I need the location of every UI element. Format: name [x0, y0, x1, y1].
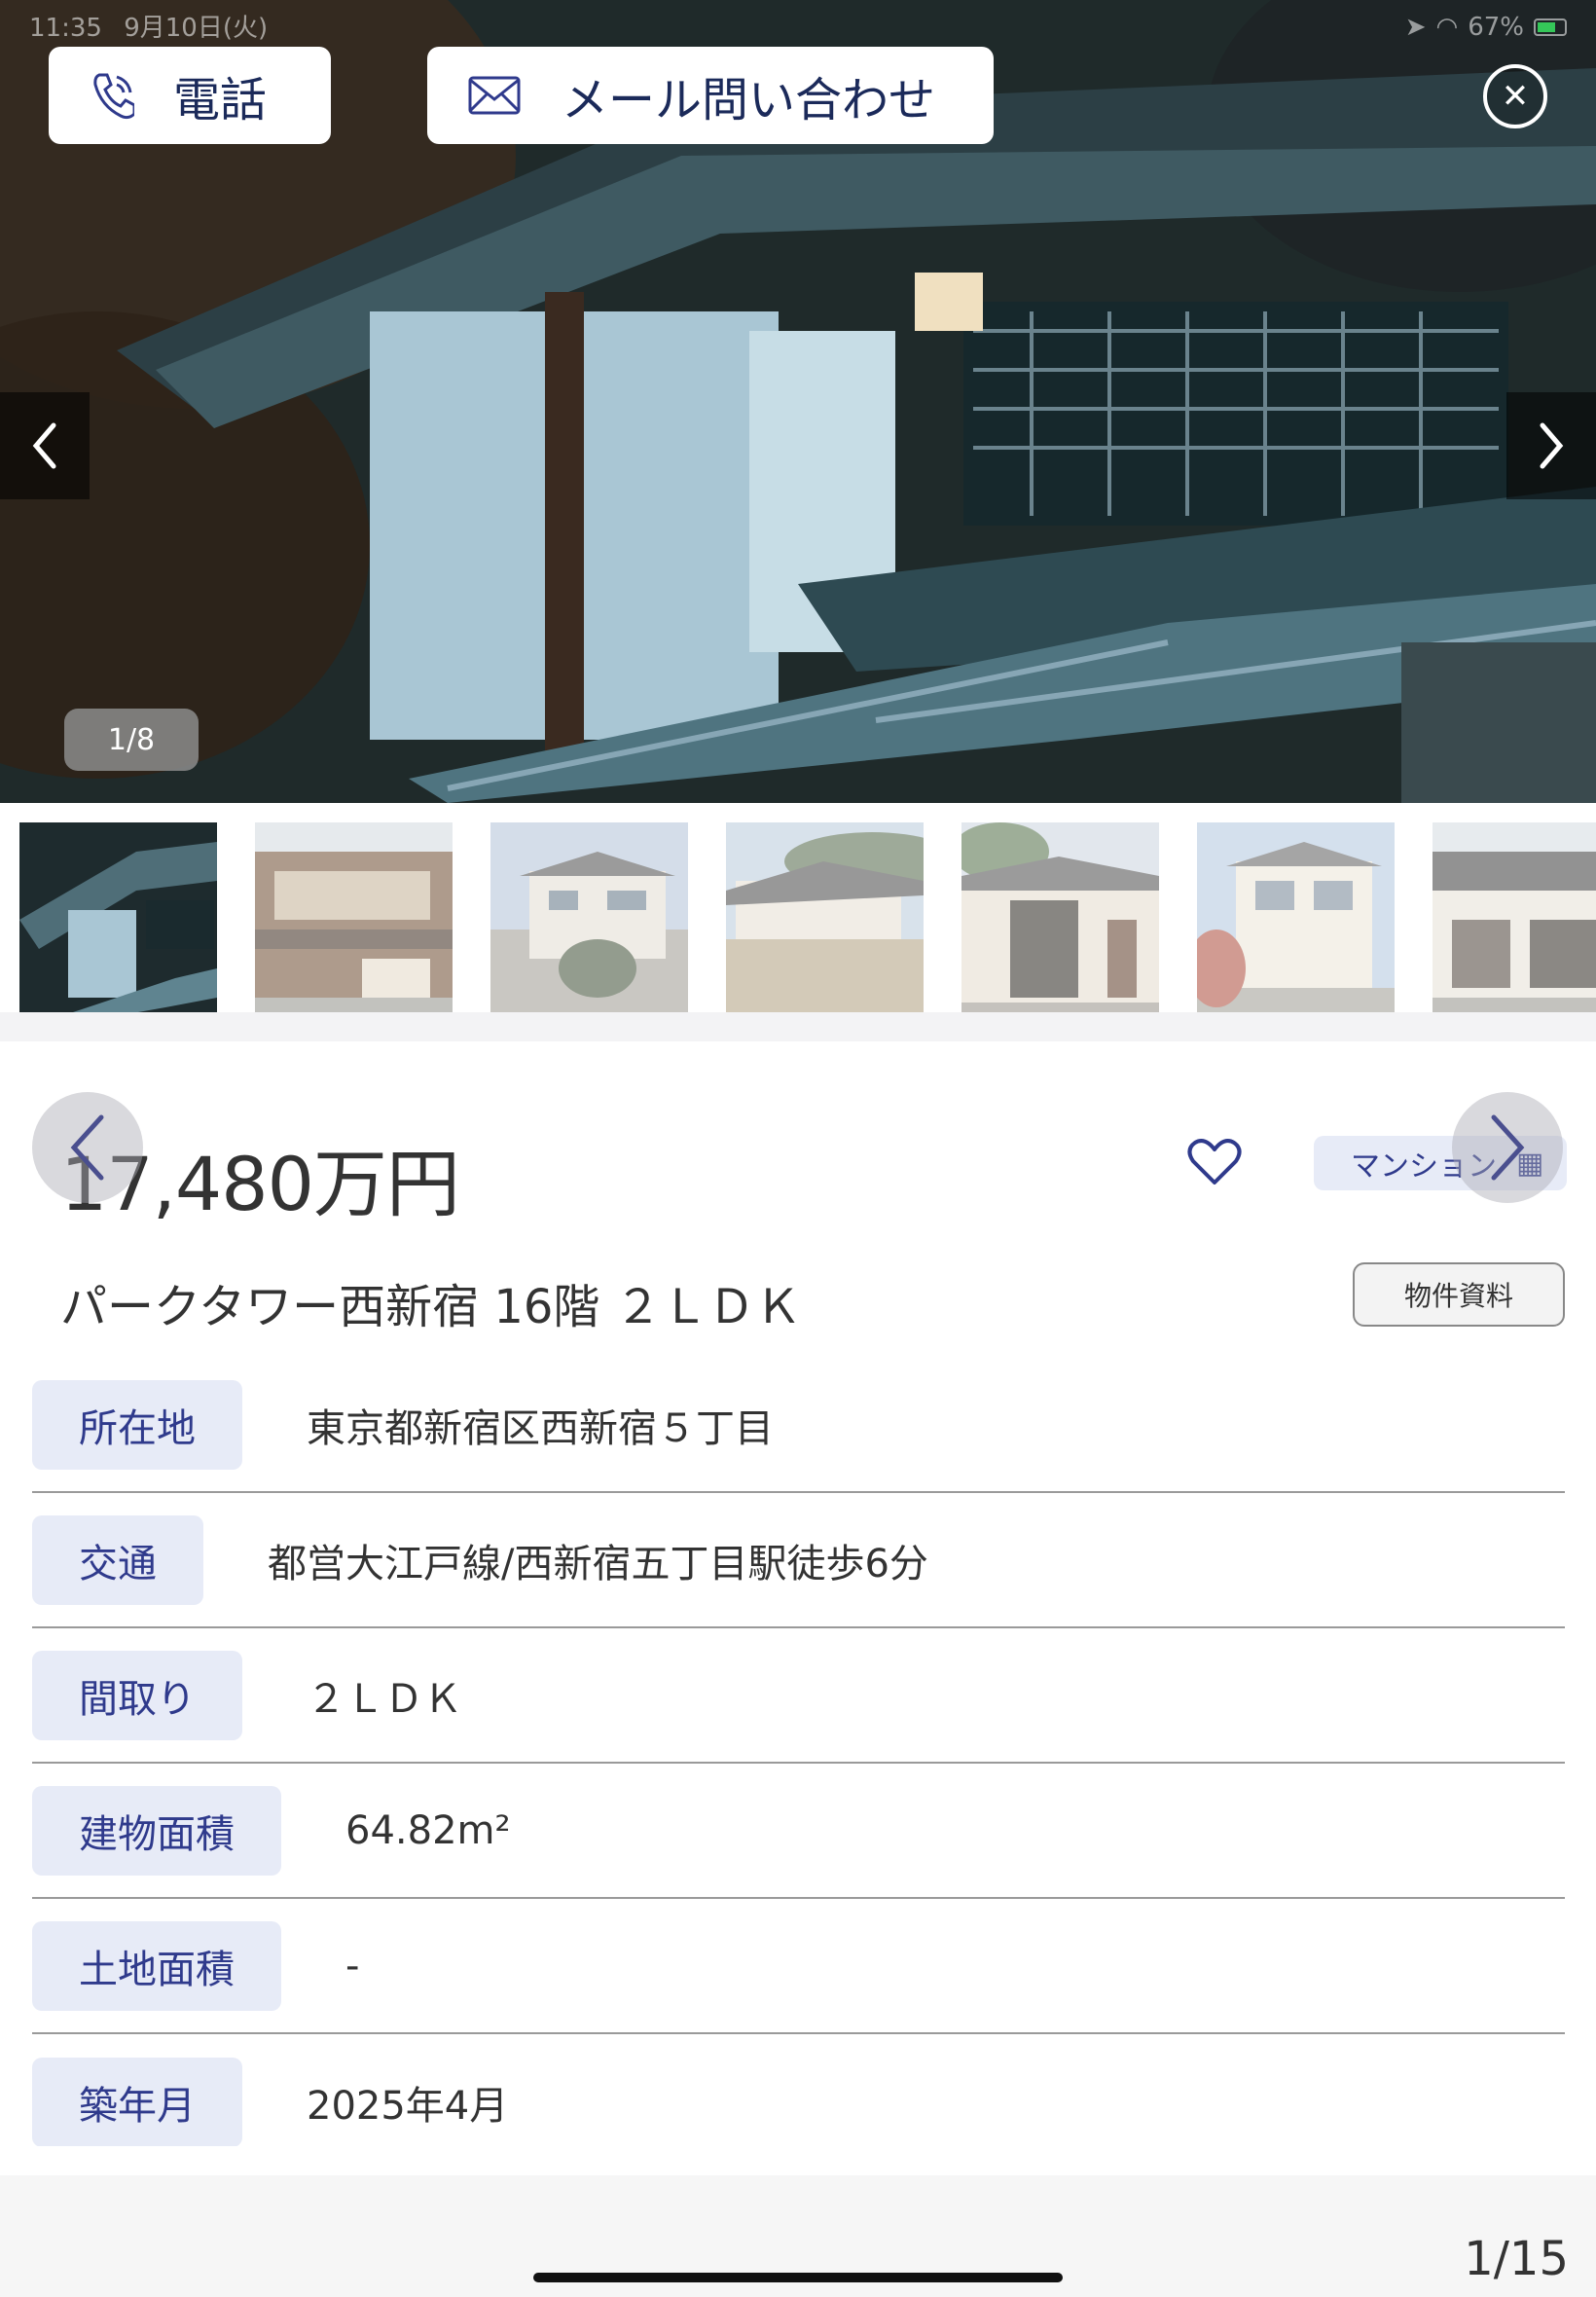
info-label: 所在地 — [32, 1379, 242, 1470]
thumbnail-1[interactable] — [19, 822, 217, 1012]
main-photo-viewer[interactable]: 11:35 9月10日(火) ➤ ◠ 67% 電話 メール問い合わせ ✕ 1/8 — [0, 0, 1596, 803]
next-photo-button[interactable] — [1506, 392, 1596, 499]
thumbnail-2[interactable] — [255, 822, 453, 1012]
thumbnail-6[interactable] — [1197, 822, 1395, 1012]
chevron-right-icon — [1540, 422, 1564, 469]
info-value: 東京都新宿区西新宿５丁目 — [307, 1405, 774, 1451]
close-button[interactable]: ✕ — [1483, 64, 1547, 128]
battery-icon — [1534, 18, 1567, 36]
footer: 1/15 — [0, 2146, 1596, 2297]
info-label: 土地面積 — [32, 1920, 281, 2011]
chevron-right-icon — [1491, 1114, 1525, 1181]
wifi-icon: ◠ — [1435, 13, 1459, 42]
info-value: 64.82m² — [345, 1807, 511, 1853]
info-value: - — [345, 1943, 360, 1988]
favorite-heart-icon[interactable] — [1187, 1138, 1242, 1186]
info-label: 交通 — [32, 1514, 203, 1605]
thumbnail-3[interactable] — [490, 822, 688, 1012]
previous-photo-button[interactable] — [0, 392, 90, 499]
close-icon: ✕ — [1501, 77, 1530, 116]
info-label: 間取り — [32, 1650, 242, 1740]
phone-icon — [93, 73, 134, 120]
mail-icon — [468, 76, 521, 115]
chevron-left-icon — [70, 1114, 104, 1181]
info-value: 都営大江戸線/西新宿五丁目駅徒歩6分 — [268, 1541, 928, 1586]
next-property-button[interactable] — [1452, 1092, 1563, 1203]
location-icon: ➤ — [1404, 13, 1427, 42]
info-row-access: 交通 都営大江戸線/西新宿五丁目駅徒歩6分 — [32, 1493, 1565, 1628]
info-row-layout: 間取り ２ＬＤＫ — [32, 1628, 1565, 1764]
info-label: 築年月 — [32, 2057, 242, 2147]
property-detail-card: 17,480万円 マンション ▦ パークタワー西新宿 16階 ２ＬＤＫ 物件資料… — [0, 1076, 1596, 2147]
info-row-address: 所在地 東京都新宿区西新宿５丁目 — [32, 1358, 1565, 1493]
call-button-label: 電話 — [173, 73, 268, 128]
info-value: ２ＬＤＫ — [307, 1676, 462, 1722]
status-bar: 11:35 9月10日(火) ➤ ◠ 67% — [29, 8, 1567, 47]
mail-inquiry-button[interactable]: メール問い合わせ — [427, 47, 994, 144]
info-row-land-area: 土地面積 - — [32, 1899, 1565, 2034]
battery-percent: 67% — [1468, 13, 1524, 42]
property-documents-button[interactable]: 物件資料 — [1353, 1262, 1565, 1327]
thumbnail-strip[interactable] — [0, 803, 1596, 1041]
info-label: 建物面積 — [32, 1785, 281, 1876]
status-time: 11:35 — [29, 14, 102, 43]
info-row-building-area: 建物面積 64.82m² — [32, 1764, 1565, 1899]
property-title: パークタワー西新宿 16階 ２ＬＤＫ — [60, 1280, 802, 1334]
chevron-left-icon — [32, 422, 56, 469]
photo-counter: 1/8 — [64, 709, 199, 771]
mail-button-label: メール問い合わせ — [562, 73, 936, 128]
property-detail-screen: 11:35 9月10日(火) ➤ ◠ 67% 電話 メール問い合わせ ✕ 1/8… — [0, 0, 1596, 2297]
status-date: 9月10日(火) — [124, 14, 269, 43]
thumbnail-5[interactable] — [961, 822, 1159, 1012]
call-button[interactable]: 電話 — [49, 47, 331, 144]
thumbnail-4[interactable] — [726, 822, 924, 1012]
property-page-counter: 1/15 — [1464, 2232, 1569, 2286]
thumbnail-7[interactable] — [1433, 822, 1596, 1012]
info-value: 2025年4月 — [307, 2083, 509, 2129]
previous-property-button[interactable] — [32, 1092, 143, 1203]
footer-divider — [0, 2146, 1596, 2175]
home-indicator[interactable] — [533, 2273, 1063, 2282]
